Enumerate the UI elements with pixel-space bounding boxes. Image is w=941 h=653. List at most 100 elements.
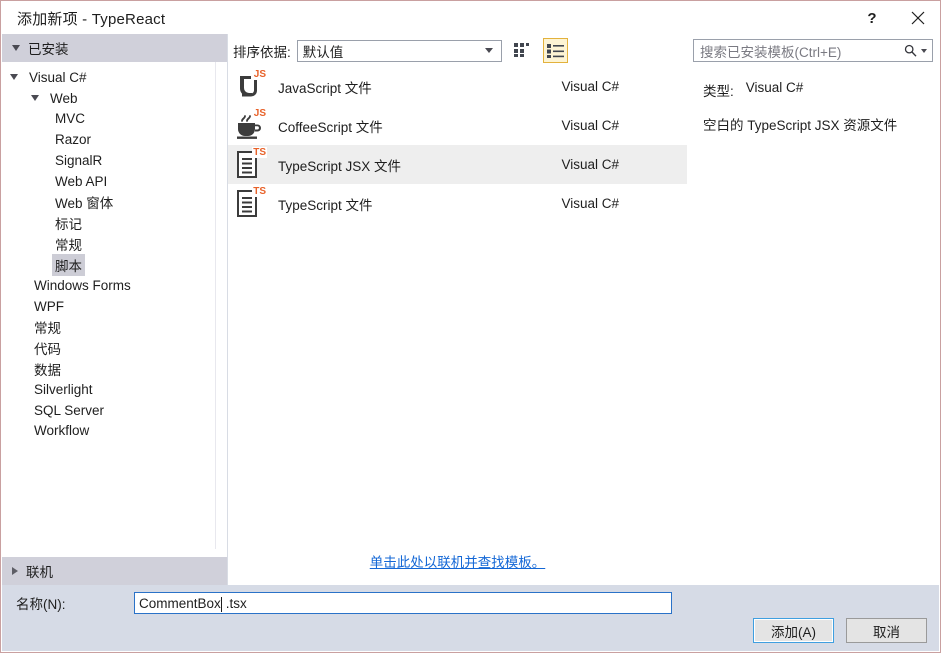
name-input[interactable]: CommentBox .tsx xyxy=(134,592,672,614)
text-caret xyxy=(220,596,222,612)
template-list-item[interactable]: JS JavaScript 文件 Visual C# xyxy=(228,67,687,106)
categories-panel: 已安装 Visual C# Web MVC Razor SignalR Web API We… xyxy=(2,34,227,585)
tree-item-label: 标记 xyxy=(55,216,82,232)
name-input-value-before-caret: CommentBox xyxy=(139,595,221,611)
template-name: TypeScript 文件 xyxy=(278,197,373,213)
sort-by-label: 排序依据: xyxy=(233,44,291,60)
online-templates-link[interactable]: 单击此处以联机并查找模板。 xyxy=(370,555,546,570)
tree-item-label: Web API xyxy=(55,173,108,189)
detail-description: 空白的 TypeScript JSX 资源文件 xyxy=(703,118,898,133)
chevron-down-icon xyxy=(12,45,20,51)
file-type-badge: JS xyxy=(252,107,267,119)
search-input[interactable]: 搜索已安装模板(Ctrl+E) xyxy=(693,39,933,62)
tree-item[interactable]: 脚本 xyxy=(2,253,227,276)
tree-item-label: SignalR xyxy=(55,153,103,169)
detail-type-label: 类型: xyxy=(703,84,734,99)
tree-item[interactable]: 数据 xyxy=(2,358,227,379)
tree-item[interactable]: Razor xyxy=(2,129,227,150)
cancel-button[interactable]: 取消 xyxy=(846,618,927,643)
help-icon[interactable]: ? xyxy=(849,2,895,34)
chevron-down-icon[interactable] xyxy=(10,74,18,81)
tree-item[interactable]: MVC xyxy=(2,109,227,130)
search-icons xyxy=(904,44,927,57)
tree-item-label: SQL Server xyxy=(34,402,105,418)
installed-group-label: 已安装 xyxy=(28,42,69,57)
tree-item-label: 常规 xyxy=(55,237,82,253)
template-list[interactable]: JS JavaScript 文件 Visual C# JS CoffeeScript 文… xyxy=(228,67,687,585)
tree-item-label: Razor xyxy=(55,132,92,148)
tree-item-label: Workflow xyxy=(34,423,90,439)
tree-item-label: 脚本 xyxy=(52,253,85,276)
coffeescript-file-icon: JS xyxy=(234,107,267,142)
tree-item[interactable]: Web xyxy=(2,88,227,109)
sort-by-dropdown[interactable]: 默认值 xyxy=(296,39,502,62)
name-label: 名称(N): xyxy=(16,597,66,612)
tree-item[interactable]: Visual C# xyxy=(2,67,227,88)
online-group-label: 联机 xyxy=(26,565,53,580)
tree-item-label: 代码 xyxy=(34,341,61,357)
title-bar-buttons: ? xyxy=(849,2,940,34)
online-group-header[interactable]: 联机 xyxy=(2,557,227,585)
detail-type-row: 类型: Visual C# xyxy=(703,80,939,100)
tree-item[interactable]: WPF xyxy=(2,296,227,317)
template-language: Visual C# xyxy=(561,79,619,94)
small-icons-view-icon[interactable] xyxy=(510,38,535,63)
add-button[interactable]: 添加(A) xyxy=(753,618,834,643)
javascript-file-icon: JS xyxy=(234,68,267,103)
typescript-jsx-file-icon: TS xyxy=(234,146,267,181)
category-tree[interactable]: Visual C# Web MVC Razor SignalR Web API Web 窗体… xyxy=(2,62,227,549)
title-bar: 添加新项 - TypeReact ? xyxy=(2,2,940,34)
template-language: Visual C# xyxy=(561,118,619,133)
tree-item-label: 常规 xyxy=(34,320,61,336)
tree-item[interactable]: Web 窗体 xyxy=(2,192,227,213)
name-input-value-after-caret: .tsx xyxy=(225,595,247,611)
installed-group-header[interactable]: 已安装 xyxy=(2,34,227,62)
name-row: 名称(N): CommentBox .tsx xyxy=(2,591,939,615)
templates-toolbar: 排序依据: 默认值 xyxy=(228,34,687,67)
details-content: 类型: Visual C# 空白的 TypeScript JSX 资源文件 xyxy=(687,62,939,136)
file-type-badge: JS xyxy=(252,68,267,80)
tree-item[interactable]: 标记 xyxy=(2,213,227,234)
category-tree-scrollbar[interactable] xyxy=(215,62,227,549)
chevron-down-icon xyxy=(484,48,493,53)
template-name: TypeScript JSX 文件 xyxy=(278,158,402,174)
close-icon[interactable] xyxy=(895,2,940,34)
detail-type-value: Visual C# xyxy=(745,80,804,95)
chevron-down-icon[interactable] xyxy=(31,95,39,102)
dialog-title: 添加新项 - TypeReact xyxy=(17,10,166,28)
tree-item[interactable]: 常规 xyxy=(2,233,227,254)
dialog-footer: 名称(N): CommentBox .tsx 添加(A) 取消 xyxy=(2,585,939,651)
chevron-down-icon[interactable] xyxy=(921,48,927,53)
chevron-right-icon xyxy=(12,567,18,575)
tree-item[interactable]: Windows Forms xyxy=(2,275,227,296)
search-placeholder: 搜索已安装模板(Ctrl+E) xyxy=(700,44,842,60)
add-new-item-dialog: 添加新项 - TypeReact ? 已安装 Visual C# Web MVC Ra… xyxy=(0,0,941,653)
tree-item[interactable]: SQL Server xyxy=(2,400,227,421)
template-list-item[interactable]: JS CoffeeScript 文件 Visual C# xyxy=(228,106,687,145)
tree-item-label: Visual C# xyxy=(29,69,87,85)
typescript-file-icon: TS xyxy=(234,185,267,220)
tree-item[interactable]: Silverlight xyxy=(2,379,227,400)
template-list-item[interactable]: TS TypeScript 文件 Visual C# xyxy=(228,184,687,223)
tree-item-label: 数据 xyxy=(34,362,61,378)
sort-by-value: 默认值 xyxy=(302,44,344,60)
list-view-icon[interactable] xyxy=(542,38,568,63)
tree-item-label: MVC xyxy=(55,111,85,127)
tree-item-label: Windows Forms xyxy=(34,277,131,293)
tree-item[interactable]: 常规 xyxy=(2,317,227,338)
tree-item[interactable]: 代码 xyxy=(2,337,227,358)
online-templates-link-wrap: 单击此处以联机并查找模板。 xyxy=(228,551,687,572)
tree-item-label: Silverlight xyxy=(34,381,93,397)
tree-item[interactable]: Workflow xyxy=(2,421,227,442)
template-name: CoffeeScript 文件 xyxy=(278,119,383,135)
tree-item-label: Web 窗体 xyxy=(55,196,114,212)
tree-item[interactable]: SignalR xyxy=(2,150,227,171)
template-list-item[interactable]: TS TypeScript JSX 文件 Visual C# xyxy=(228,145,687,184)
tree-item-label: Web xyxy=(50,90,78,106)
tree-item[interactable]: Web API xyxy=(2,171,227,192)
search-icon xyxy=(904,44,917,57)
details-panel: 搜索已安装模板(Ctrl+E) 类型: Visual C# 空白的 TypeSc… xyxy=(687,34,939,585)
file-type-badge: TS xyxy=(252,146,267,158)
template-language: Visual C# xyxy=(561,157,619,172)
file-type-badge: TS xyxy=(252,185,267,197)
